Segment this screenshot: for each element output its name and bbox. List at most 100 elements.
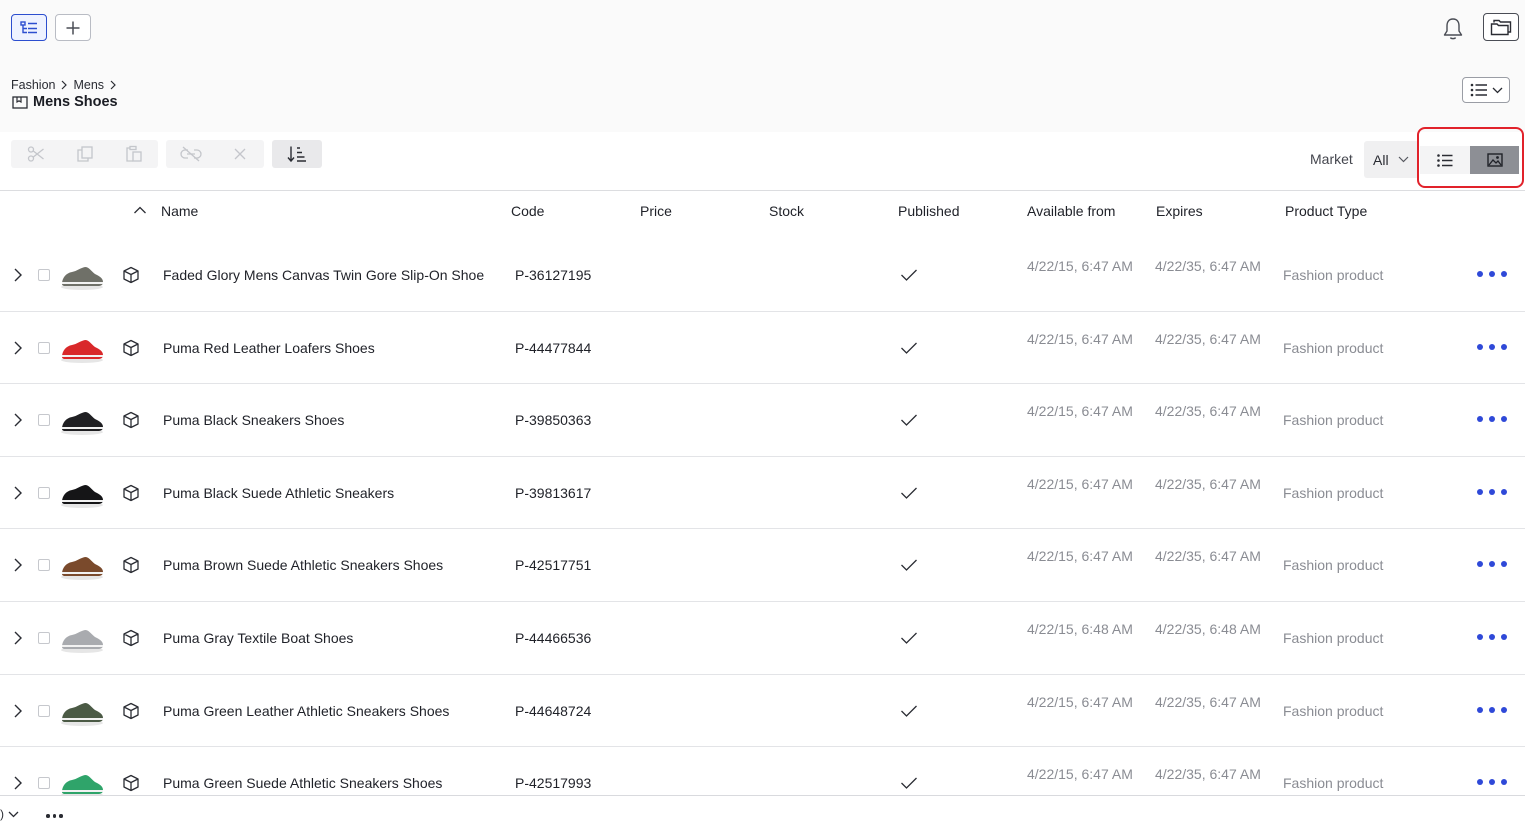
chevron-down-icon — [1492, 87, 1502, 93]
product-name[interactable]: Faded Glory Mens Canvas Twin Gore Slip-O… — [163, 267, 484, 283]
product-name[interactable]: Puma Red Leather Loafers Shoes — [163, 340, 375, 356]
footer-language-select[interactable]: ) — [0, 807, 19, 821]
product-thumbnail — [61, 485, 103, 508]
toolbar-divider — [0, 190, 1525, 191]
row-actions-button[interactable] — [1477, 774, 1507, 790]
column-header-product-type[interactable]: Product Type — [1285, 203, 1367, 219]
product-thumbnail — [61, 340, 103, 363]
more-horizontal-icon — [1477, 779, 1483, 785]
published-check-icon — [901, 559, 917, 571]
add-button[interactable] — [55, 14, 91, 41]
available-from: 4/22/15, 6:47 AM — [1027, 258, 1133, 274]
row-actions-button[interactable] — [1477, 702, 1507, 718]
chevron-right-icon[interactable] — [11, 775, 25, 791]
row-actions-button[interactable] — [1477, 339, 1507, 355]
product-thumbnail — [61, 775, 103, 795]
row-checkbox[interactable] — [38, 269, 50, 281]
unlink-button[interactable] — [166, 140, 215, 168]
table-row[interactable]: Puma Green Leather Athletic Sneakers Sho… — [0, 675, 1525, 747]
plus-icon — [66, 21, 80, 34]
chevron-right-icon[interactable] — [11, 340, 25, 356]
row-checkbox[interactable] — [38, 414, 50, 426]
sort-button[interactable] — [272, 140, 321, 168]
chevron-right-icon[interactable] — [11, 412, 25, 428]
clipboard-tools — [11, 140, 158, 168]
column-header-code[interactable]: Code — [511, 203, 544, 219]
breadcrumb-item-mens[interactable]: Mens — [73, 78, 104, 92]
row-actions-button[interactable] — [1477, 484, 1507, 500]
breadcrumb-item-fashion[interactable]: Fashion — [11, 78, 55, 92]
table-row[interactable]: Puma Gray Textile Boat Shoes P-44466536 4/… — [0, 602, 1525, 674]
table-row[interactable]: Puma Green Suede Athletic Sneakers Shoes… — [0, 747, 1525, 795]
table-row[interactable]: Puma Black Sneakers Shoes P-39850363 4/22/… — [0, 384, 1525, 456]
column-header-published[interactable]: Published — [898, 203, 960, 219]
table-row[interactable]: Puma Black Suede Athletic Sneakers P-3981… — [0, 457, 1525, 529]
chevron-right-icon[interactable] — [11, 703, 25, 719]
product-name[interactable]: Puma Black Sneakers Shoes — [163, 412, 344, 428]
product-name[interactable]: Puma Green Leather Athletic Sneakers Sho… — [163, 703, 449, 719]
navigation-tree-button[interactable] — [11, 14, 47, 41]
bell-icon — [1443, 18, 1463, 40]
view-options-dropdown[interactable] — [1462, 77, 1510, 103]
available-from: 4/22/15, 6:47 AM — [1027, 766, 1133, 782]
product-code: P-39813617 — [515, 485, 592, 501]
table-row[interactable]: Faded Glory Mens Canvas Twin Gore Slip-O… — [0, 239, 1525, 311]
paste-button[interactable] — [109, 140, 158, 168]
row-actions-button[interactable] — [1477, 411, 1507, 427]
product-code: P-44477844 — [515, 340, 592, 356]
column-header-expires[interactable]: Expires — [1156, 203, 1203, 219]
chevron-right-icon[interactable] — [11, 630, 25, 646]
row-actions-button[interactable] — [1477, 266, 1507, 282]
column-header-available-from[interactable]: Available from — [1027, 203, 1115, 219]
expires: 4/22/35, 6:47 AM — [1155, 694, 1261, 710]
copy-icon — [76, 146, 93, 162]
row-checkbox[interactable] — [38, 487, 50, 499]
product-type: Fashion product — [1283, 630, 1384, 646]
more-horizontal-icon — [46, 814, 50, 818]
expires: 4/22/35, 6:47 AM — [1155, 548, 1261, 564]
sort-ascending-icon[interactable] — [133, 205, 147, 215]
product-cube-icon — [123, 266, 139, 284]
column-header-name[interactable]: Name — [161, 203, 198, 219]
close-icon — [234, 148, 245, 160]
product-name[interactable]: Puma Gray Textile Boat Shoes — [163, 630, 353, 646]
row-checkbox[interactable] — [38, 777, 50, 789]
table-row[interactable]: Puma Brown Suede Athletic Sneakers Shoes… — [0, 529, 1525, 601]
product-name[interactable]: Puma Green Suede Athletic Sneakers Shoes — [163, 775, 442, 791]
product-name[interactable]: Puma Black Suede Athletic Sneakers — [163, 485, 394, 501]
image-view-button[interactable] — [1470, 146, 1519, 174]
row-checkbox[interactable] — [38, 632, 50, 644]
footer-more-button[interactable] — [46, 814, 63, 818]
sort-tools — [272, 140, 322, 168]
product-code: P-36127195 — [515, 267, 592, 283]
product-thumbnail — [61, 703, 103, 726]
cut-button[interactable] — [11, 140, 60, 168]
page-title: Mens Shoes — [12, 94, 118, 110]
column-header-price[interactable]: Price — [640, 203, 672, 219]
chevron-right-icon[interactable] — [11, 557, 25, 573]
table-row[interactable]: Puma Red Leather Loafers Shoes P-44477844… — [0, 312, 1525, 384]
row-checkbox[interactable] — [38, 559, 50, 571]
catalog-folder-icon — [12, 96, 28, 109]
product-type: Fashion product — [1283, 485, 1384, 501]
chevron-right-icon[interactable] — [11, 485, 25, 501]
market-select[interactable]: All — [1364, 141, 1419, 178]
published-check-icon — [901, 414, 917, 426]
product-type: Fashion product — [1283, 412, 1384, 428]
chevron-right-icon[interactable] — [11, 267, 25, 283]
assets-panel-button[interactable] — [1483, 13, 1519, 41]
product-cube-icon — [123, 774, 139, 792]
row-checkbox[interactable] — [38, 342, 50, 354]
list-view-button[interactable] — [1420, 146, 1470, 174]
product-type: Fashion product — [1283, 775, 1384, 791]
row-actions-button[interactable] — [1477, 629, 1507, 645]
column-header-stock[interactable]: Stock — [769, 203, 804, 219]
product-code: P-39850363 — [515, 412, 592, 428]
expires: 4/22/35, 6:47 AM — [1155, 766, 1261, 782]
remove-button[interactable] — [215, 140, 264, 168]
notifications-button[interactable] — [1438, 14, 1468, 44]
copy-button[interactable] — [60, 140, 109, 168]
row-checkbox[interactable] — [38, 705, 50, 717]
row-actions-button[interactable] — [1477, 556, 1507, 572]
product-name[interactable]: Puma Brown Suede Athletic Sneakers Shoes — [163, 557, 443, 573]
